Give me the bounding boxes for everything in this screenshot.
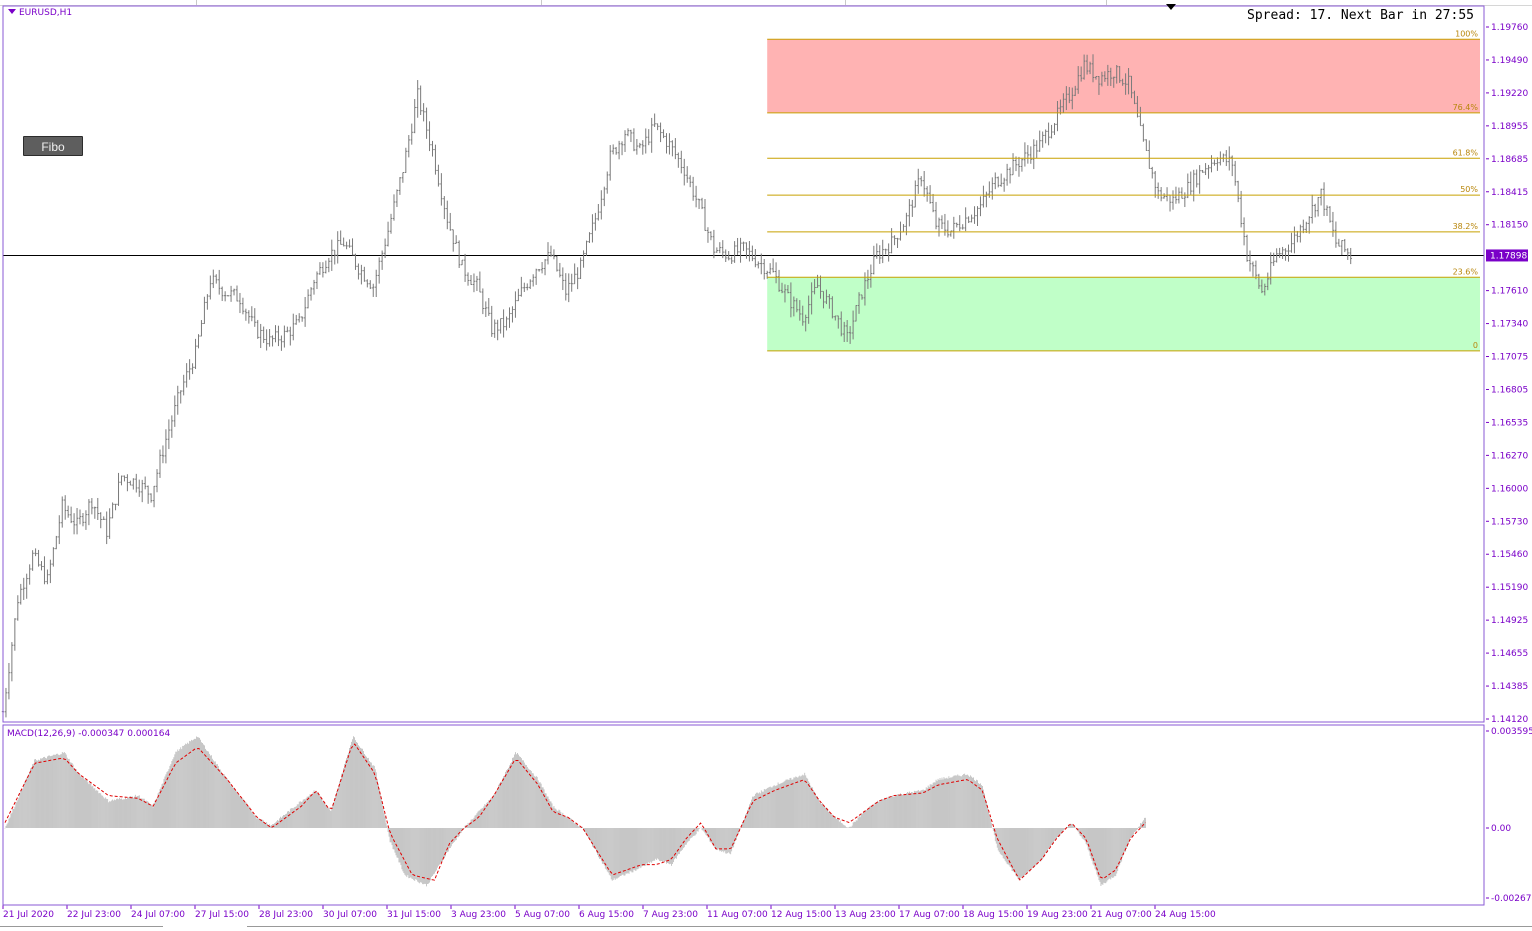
time-tick-label: 7 Aug 23:00 <box>643 910 698 920</box>
macd-scale-label: 0.003595 <box>1491 727 1532 737</box>
time-tick-label: 21 Aug 07:00 <box>1091 910 1152 920</box>
price-tick-label: 1.14385 <box>1491 682 1528 692</box>
price-tick-label: 1.15730 <box>1491 517 1528 527</box>
price-tick-label: 1.18150 <box>1491 221 1528 231</box>
main-chart-canvas[interactable]: 1.19760 1.19490 1.19220 1.18955 1.18685 1.184… <box>0 0 1532 930</box>
price-tick-label: 1.14120 <box>1491 715 1528 725</box>
time-tick-label: 24 Jul 07:00 <box>131 910 185 920</box>
fib-upper-zone <box>767 39 1480 113</box>
time-tick-label: 13 Aug 23:00 <box>835 910 896 920</box>
price-tick-label: 1.16000 <box>1491 484 1528 494</box>
price-tick-label: 1.17075 <box>1491 353 1528 363</box>
price-tick-label: 1.17610 <box>1491 287 1528 297</box>
price-tick-label: 1.18685 <box>1491 155 1528 165</box>
time-tick-label: 5 Aug 07:00 <box>515 910 570 920</box>
price-tick-label: 1.18415 <box>1491 188 1528 198</box>
time-tick-label: 6 Aug 15:00 <box>579 910 634 920</box>
time-tick-label: 18 Aug 15:00 <box>963 910 1024 920</box>
chart-shift-marker-icon[interactable] <box>1166 4 1176 10</box>
price-tick-label: 1.19760 <box>1491 23 1528 33</box>
fib-level-label: 23.6% <box>1453 267 1479 276</box>
dropdown-triangle-icon[interactable] <box>8 9 16 14</box>
main-pane-border <box>2 5 1485 723</box>
macd-scale-label: -0.002679 <box>1491 894 1532 904</box>
time-tick-label: 12 Aug 15:00 <box>771 910 832 920</box>
time-tick-label: 28 Jul 23:00 <box>259 910 313 920</box>
price-tick-label: 1.14655 <box>1491 649 1528 659</box>
time-tick-label: 17 Aug 07:00 <box>899 910 960 920</box>
chart-tab[interactable] <box>0 926 163 931</box>
time-axis: 21 Jul 2020 22 Jul 23:00 24 Jul 07:00 27 Ju… <box>2 905 1216 920</box>
price-tick-label: 1.15190 <box>1491 583 1528 593</box>
time-tick-label: 27 Jul 15:00 <box>195 910 249 920</box>
price-bars <box>1 54 1352 718</box>
fib-level-label: 0 <box>1473 341 1478 350</box>
time-tick-label: 3 Aug 23:00 <box>451 910 506 920</box>
chart-tab[interactable] <box>247 926 1532 931</box>
macd-scale-label: 0.00 <box>1491 824 1511 834</box>
time-tick-label: 22 Jul 23:00 <box>67 910 121 920</box>
fib-level-label: 100% <box>1455 29 1478 38</box>
price-tick-label: 1.16805 <box>1491 385 1528 395</box>
price-axis: 1.19760 1.19490 1.19220 1.18955 1.18685 1.184… <box>3 23 1528 725</box>
price-tick-label: 1.19220 <box>1491 89 1528 99</box>
fib-level-label: 61.8% <box>1453 148 1479 157</box>
fibo-button[interactable]: Fibo <box>23 136 83 156</box>
time-tick-label: 11 Aug 07:00 <box>707 910 768 920</box>
macd-label: MACD(12,26,9) -0.000347 0.000164 <box>7 729 171 739</box>
price-tick-label: 1.16535 <box>1491 418 1528 428</box>
time-tick-label: 21 Jul 2020 <box>3 910 54 920</box>
time-tick-label: 24 Aug 15:00 <box>1155 910 1216 920</box>
price-tick-label: 1.14925 <box>1491 616 1528 626</box>
time-tick-label: 19 Aug 23:00 <box>1027 910 1088 920</box>
price-tick-label: 1.15460 <box>1491 550 1528 560</box>
price-tick-label: 1.16270 <box>1491 451 1528 461</box>
price-tick-label: 1.18955 <box>1491 122 1528 132</box>
spread-status-text: Spread: 17. Next Bar in 27:55 <box>1247 8 1474 23</box>
time-tick-label: 31 Jul 15:00 <box>387 910 441 920</box>
price-tick-label: 1.17340 <box>1491 320 1528 330</box>
fib-lower-zone <box>767 277 1480 351</box>
symbol-timeframe-label[interactable]: EURUSD,H1 <box>8 8 72 18</box>
fib-level-label: 76.4% <box>1453 103 1479 112</box>
fib-level-label: 38.2% <box>1453 222 1479 231</box>
current-price-label: 1.17898 <box>1490 251 1527 261</box>
symbol-text: EURUSD,H1 <box>19 8 73 18</box>
macd-indicator: 0.003595 0.00 -0.002679 <box>4 727 1532 904</box>
time-tick-label: 30 Jul 07:00 <box>323 910 377 920</box>
chart-window: 1.19760 1.19490 1.19220 1.18955 1.18685 1.184… <box>0 0 1532 931</box>
price-tick-label: 1.19490 <box>1491 56 1528 66</box>
fib-level-label: 50% <box>1460 185 1478 194</box>
